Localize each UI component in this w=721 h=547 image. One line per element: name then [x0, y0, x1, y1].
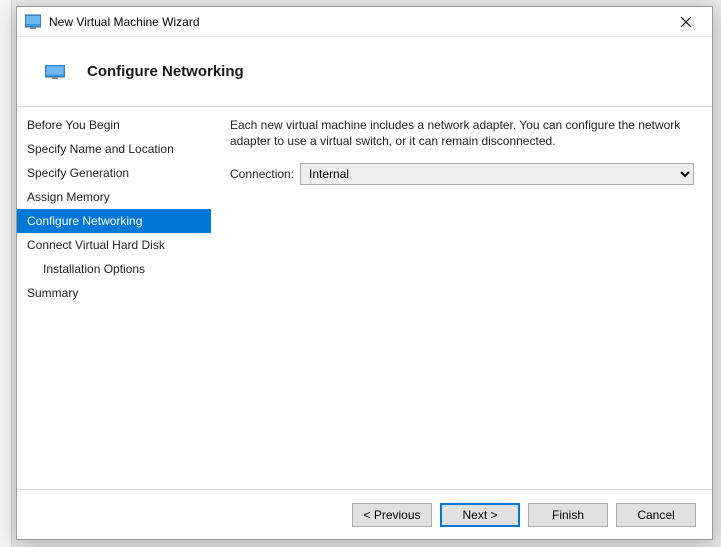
wizard-body: Before You BeginSpecify Name and Locatio…	[17, 107, 712, 489]
close-button[interactable]	[666, 8, 706, 36]
cancel-button[interactable]: Cancel	[616, 503, 696, 527]
connection-dropdown[interactable]: Internal	[300, 163, 694, 185]
finish-button[interactable]: Finish	[528, 503, 608, 527]
wizard-content: Each new virtual machine includes a netw…	[212, 107, 712, 489]
wizard-step[interactable]: Before You Begin	[17, 113, 211, 137]
wizard-step[interactable]: Installation Options	[17, 257, 211, 281]
app-icon	[25, 14, 41, 30]
titlebar: New Virtual Machine Wizard	[17, 7, 712, 37]
wizard-step[interactable]: Specify Name and Location	[17, 137, 211, 161]
page-header: Configure Networking	[17, 37, 712, 107]
description-text: Each new virtual machine includes a netw…	[230, 117, 694, 149]
wizard-step[interactable]: Specify Generation	[17, 161, 211, 185]
wizard-dialog: New Virtual Machine Wizard Configure Net…	[16, 6, 713, 540]
connection-row: Connection: Internal	[230, 163, 694, 185]
previous-button[interactable]: < Previous	[352, 503, 432, 527]
wizard-footer: < Previous Next > Finish Cancel	[17, 489, 712, 539]
wizard-step[interactable]: Assign Memory	[17, 185, 211, 209]
wizard-step[interactable]: Connect Virtual Hard Disk	[17, 233, 211, 257]
connection-label: Connection:	[230, 167, 294, 181]
monitor-icon	[45, 65, 65, 79]
window-title: New Virtual Machine Wizard	[49, 15, 666, 29]
next-button[interactable]: Next >	[440, 503, 520, 527]
page-title: Configure Networking	[87, 63, 244, 80]
wizard-steps-sidebar: Before You BeginSpecify Name and Locatio…	[17, 107, 212, 489]
wizard-step[interactable]: Summary	[17, 281, 211, 305]
wizard-step[interactable]: Configure Networking	[17, 209, 211, 233]
